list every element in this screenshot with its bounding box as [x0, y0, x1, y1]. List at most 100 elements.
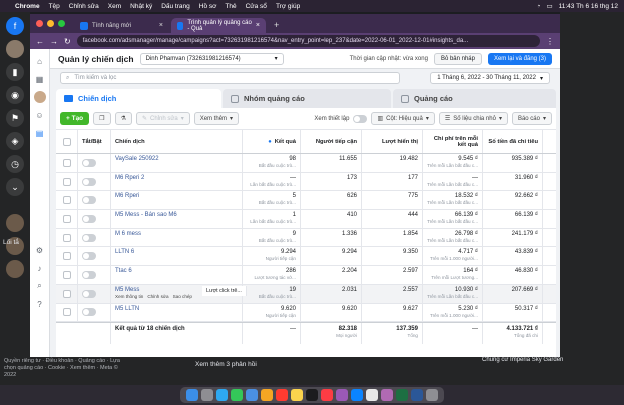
campaign-toggle[interactable]: [82, 196, 96, 205]
word-icon[interactable]: [411, 389, 423, 401]
mail-icon[interactable]: [246, 389, 258, 401]
view-info-link[interactable]: Xem thông tin: [115, 294, 143, 299]
row-toggle-cell[interactable]: [78, 228, 111, 247]
avatar[interactable]: [6, 40, 24, 58]
test-button[interactable]: ⚗: [114, 112, 132, 125]
app-name[interactable]: Chrome: [15, 3, 40, 10]
checkbox[interactable]: [62, 252, 71, 261]
minimize-icon[interactable]: [47, 20, 54, 27]
chevron-down-icon[interactable]: ⌄: [6, 178, 24, 196]
checkbox[interactable]: [62, 270, 71, 279]
footer-links[interactable]: Quyền riêng tư · Điều khoản · Quảng cáo …: [4, 358, 124, 379]
campaign-toggle[interactable]: [82, 233, 96, 242]
close-icon[interactable]: ×: [256, 22, 260, 29]
row-checkbox-cell[interactable]: [56, 172, 78, 191]
campaign-toggle[interactable]: [82, 214, 96, 223]
row-toggle-cell[interactable]: [78, 266, 111, 284]
row-checkbox-cell[interactable]: [56, 247, 78, 266]
back-icon[interactable]: ←: [36, 37, 44, 46]
music-icon[interactable]: [321, 389, 333, 401]
table-row[interactable]: M5 Mess Xem thông tin Chỉnh sửa Sao chép 19 B…: [56, 284, 556, 304]
wifi-icon[interactable]: ◔: [537, 3, 541, 10]
breakdown-button[interactable]: ☰ Số liệu chia nhỏ ▾: [438, 112, 508, 125]
excel-icon[interactable]: [396, 389, 408, 401]
table-row[interactable]: M5 LLTN 9.620 Người tiếp cận 9.620 9.627 5.23…: [56, 303, 556, 323]
shortcut-avatar[interactable]: [6, 214, 24, 232]
help-icon[interactable]: ?: [34, 298, 46, 310]
row-toggle-cell[interactable]: [78, 154, 111, 172]
notification-icon[interactable]: ♪: [34, 262, 46, 274]
row-checkbox-cell[interactable]: [56, 191, 78, 210]
close-window-icon[interactable]: [36, 20, 43, 27]
tv-icon[interactable]: [306, 389, 318, 401]
table-row[interactable]: M6 Rperi 2— Lần bắt đầu cuộc trò... 173 177…: [56, 172, 556, 192]
trash-icon[interactable]: [426, 389, 438, 401]
campaign-name-link[interactable]: M5 LLTN: [115, 306, 238, 312]
review-publish-button[interactable]: Xem lại và đăng (3): [487, 52, 552, 65]
clock-icon[interactable]: ◷: [6, 155, 24, 173]
table-row[interactable]: M5 Mess - Bán sao M6 1 Lần bắt đầu cuộc tr…: [56, 210, 556, 229]
tab-ads[interactable]: Quảng cáo: [393, 89, 556, 108]
photos-icon[interactable]: [261, 389, 273, 401]
menu-item[interactable]: Thẻ: [225, 3, 236, 10]
menu-item[interactable]: Xem: [108, 3, 121, 10]
checkbox[interactable]: [62, 137, 71, 146]
checkbox[interactable]: [62, 177, 71, 186]
reload-icon[interactable]: ↻: [64, 37, 71, 46]
columns-button[interactable]: ▥ Cột: Hiệu quả ▾: [371, 112, 435, 125]
game-icon[interactable]: ◈: [6, 132, 24, 150]
date-range-picker[interactable]: 1 Tháng 6, 2022 - 30 Tháng 11, 2022 ▾: [430, 72, 550, 84]
table-row[interactable]: LLTN 6 9.294 Người tiếp cận 9.294 9.350 4.717…: [56, 247, 556, 267]
menu-item[interactable]: Nhật ký: [130, 3, 152, 10]
col-impressions[interactable]: Lượt hiển thị: [362, 130, 423, 153]
row-checkbox-cell[interactable]: [56, 228, 78, 247]
row-toggle-cell[interactable]: [78, 284, 111, 303]
extensions-icon[interactable]: ⋮: [546, 37, 554, 46]
row-toggle-cell[interactable]: [78, 210, 111, 228]
select-all-checkbox[interactable]: [56, 130, 78, 153]
messenger-icon[interactable]: [381, 389, 393, 401]
notes-icon[interactable]: [291, 389, 303, 401]
checkbox[interactable]: [62, 308, 71, 317]
view-setup-toggle[interactable]: [353, 114, 368, 123]
table-row[interactable]: Ttac 6 286 Lượt tương tác vớ... 2.204 2.597 1…: [56, 266, 556, 285]
grid-icon[interactable]: ▦: [34, 73, 46, 85]
maximize-icon[interactable]: [58, 20, 65, 27]
bookmark-icon[interactable]: ▮: [6, 63, 24, 81]
campaign-name-link[interactable]: M 6 mess: [115, 231, 238, 237]
menu-item[interactable]: Chỉnh sửa: [69, 3, 99, 10]
close-icon[interactable]: ×: [159, 22, 163, 29]
row-checkbox-cell[interactable]: [56, 284, 78, 303]
calendar-icon[interactable]: [276, 389, 288, 401]
campaign-toggle[interactable]: [82, 158, 96, 167]
menu-item[interactable]: Tệp: [49, 3, 60, 10]
battery-icon[interactable]: ▭: [546, 2, 552, 10]
reports-button[interactable]: Báo cáo ▾: [511, 112, 552, 125]
tab-adsets[interactable]: Nhóm quảng cáo: [223, 89, 391, 108]
clock[interactable]: 11:43 Th 6 16 thg 12: [559, 3, 618, 10]
campaign-toggle[interactable]: [82, 289, 96, 298]
campaign-toggle[interactable]: [82, 308, 96, 317]
table-row[interactable]: M6 Rperi 5 Bắt đầu cuộc trò... 626 775 18.532…: [56, 191, 556, 211]
finder-icon[interactable]: [186, 389, 198, 401]
podcasts-icon[interactable]: [336, 389, 348, 401]
forward-icon[interactable]: →: [50, 37, 58, 46]
menu-item[interactable]: Hồ sơ: [199, 3, 217, 10]
row-toggle-cell[interactable]: [78, 172, 111, 191]
browser-tab-active[interactable]: Trình quản lý quảng cáo - Quả ×: [171, 18, 266, 33]
group-icon[interactable]: ◉: [6, 86, 24, 104]
row-checkbox-cell[interactable]: [56, 266, 78, 284]
appstore-icon[interactable]: [351, 389, 363, 401]
search-icon[interactable]: ⌕: [34, 280, 46, 292]
launchpad-icon[interactable]: [201, 389, 213, 401]
campaign-toggle[interactable]: [82, 177, 96, 186]
campaign-name-link[interactable]: M6 Rperi 2: [115, 175, 238, 181]
col-reach[interactable]: Người tiếp cận: [301, 130, 362, 153]
copy-link[interactable]: Sao chép: [173, 294, 192, 299]
checkbox[interactable]: [62, 289, 71, 298]
col-spent[interactable]: Số tiền đã chi tiêu: [483, 130, 543, 153]
row-toggle-cell[interactable]: [78, 247, 111, 266]
more-button[interactable]: Xem thêm ▾: [193, 112, 240, 125]
checkbox[interactable]: [62, 196, 71, 205]
menu-item[interactable]: Cửa sổ: [246, 3, 267, 10]
